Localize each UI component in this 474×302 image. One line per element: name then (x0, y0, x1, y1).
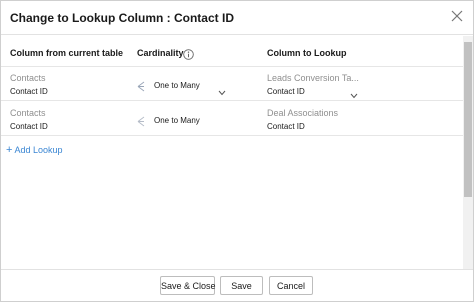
lookup-table-name: Deal Associations (267, 108, 339, 118)
one-to-many-icon (137, 114, 146, 127)
lookup-column-select[interactable]: Contact ID (267, 87, 305, 96)
scroll-thumb[interactable] (464, 42, 472, 197)
lookup-row: Contacts Contact ID One to Many Leads Co… (1, 67, 463, 101)
cancel-button[interactable]: Cancel (269, 276, 313, 295)
plus-icon: + (6, 144, 13, 156)
dialog-title: Change to Lookup Column : Contact ID (10, 11, 234, 25)
vertical-scrollbar[interactable] (463, 36, 473, 276)
current-table-name: Contacts (10, 108, 46, 118)
column-header-current: Column from current table (10, 48, 124, 58)
column-header-lookup: Column to Lookup (267, 48, 347, 58)
lookup-mapping-area: Column from current table Cardinality Co… (1, 36, 463, 269)
scroll-down-icon[interactable] (465, 263, 471, 276)
lookup-column-value: Contact ID (267, 122, 305, 131)
one-to-many-icon (137, 79, 146, 92)
current-column-name: Contact ID (10, 87, 48, 96)
add-lookup-link[interactable]: + Add Lookup (6, 144, 62, 156)
lookup-row: Contacts Contact ID One to Many Deal Ass… (1, 102, 463, 136)
current-column-name: Contact ID (10, 122, 48, 131)
dialog-footer: Save & Close Save Cancel (1, 269, 473, 301)
save-button[interactable]: Save (220, 276, 263, 295)
lookup-dialog: Change to Lookup Column : Contact ID Col… (0, 0, 474, 302)
cardinality-select[interactable]: One to Many (154, 81, 200, 90)
dialog-header: Change to Lookup Column : Contact ID (1, 1, 473, 35)
chevron-down-icon[interactable] (350, 86, 358, 99)
chevron-down-icon[interactable] (218, 83, 226, 96)
scroll-up-icon[interactable] (465, 37, 471, 50)
current-table-name: Contacts (10, 73, 46, 83)
add-lookup-label: Add Lookup (14, 145, 63, 155)
info-icon[interactable] (183, 47, 194, 60)
close-icon[interactable] (450, 9, 464, 23)
save-and-close-button[interactable]: Save & Close (160, 276, 216, 295)
column-header-cardinality: Cardinality (137, 48, 184, 58)
lookup-table-name: Leads Conversion Ta... (267, 73, 359, 83)
cardinality-value: One to Many (154, 116, 200, 125)
